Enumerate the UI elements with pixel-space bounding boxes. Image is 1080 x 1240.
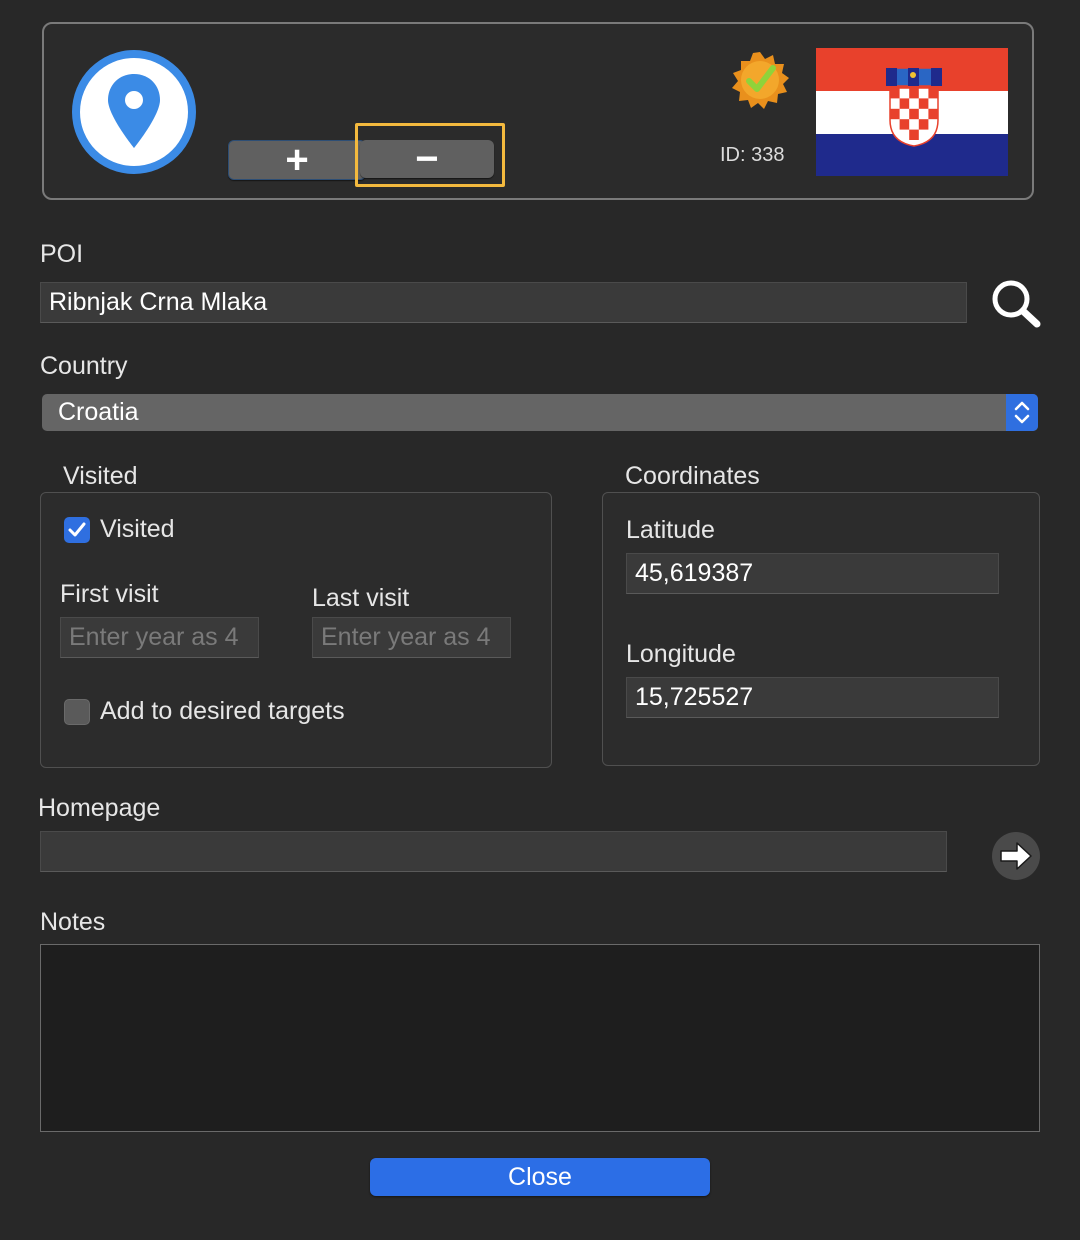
- croatia-flag-icon: [816, 48, 1008, 176]
- desired-checkbox-row[interactable]: Add to desired targets: [64, 697, 345, 726]
- record-id: ID: 338: [720, 144, 785, 166]
- visited-group-label: Visited: [63, 462, 138, 490]
- notes-label: Notes: [40, 908, 106, 936]
- poi-input[interactable]: Ribnjak Crna Mlaka: [40, 282, 967, 323]
- search-icon[interactable]: [990, 278, 1042, 328]
- add-button[interactable]: +: [228, 140, 366, 180]
- latitude-value: 45,619387: [635, 559, 754, 587]
- visited-checkbox-label: Visited: [100, 515, 175, 543]
- desired-targets-label: Add to desired targets: [100, 697, 345, 725]
- poi-value: Ribnjak Crna Mlaka: [49, 288, 268, 316]
- country-select[interactable]: Croatia: [42, 394, 1038, 431]
- longitude-input[interactable]: 15,725527: [626, 677, 999, 718]
- visited-checkbox[interactable]: [64, 516, 90, 543]
- close-button[interactable]: Close: [370, 1158, 710, 1196]
- focus-highlight: [355, 123, 505, 187]
- notes-textarea[interactable]: [40, 944, 1040, 1132]
- close-label: Close: [508, 1162, 572, 1191]
- last-visit-placeholder: Enter year as 4: [321, 623, 491, 651]
- longitude-label: Longitude: [626, 640, 736, 668]
- last-visit-label: Last visit: [312, 584, 410, 612]
- desired-targets-checkbox[interactable]: [64, 698, 90, 725]
- plus-label: +: [285, 138, 309, 182]
- homepage-label: Homepage: [38, 794, 161, 822]
- checkmark-icon: [68, 522, 86, 536]
- first-visit-placeholder: Enter year as 4: [69, 623, 239, 651]
- last-visit-input[interactable]: Enter year as 4: [312, 617, 511, 658]
- verified-badge-icon: [730, 50, 790, 110]
- chevron-up-down-icon: [1006, 394, 1038, 431]
- location-pin-icon: [70, 48, 198, 176]
- first-visit-label: First visit: [60, 580, 159, 608]
- homepage-input[interactable]: [40, 831, 947, 872]
- coordinates-group-label: Coordinates: [625, 462, 760, 490]
- country-label: Country: [40, 352, 128, 380]
- open-homepage-arrow-icon[interactable]: [991, 831, 1041, 881]
- latitude-input[interactable]: 45,619387: [626, 553, 999, 594]
- longitude-value: 15,725527: [635, 683, 754, 711]
- first-visit-input[interactable]: Enter year as 4: [60, 617, 259, 658]
- country-value: Croatia: [58, 398, 139, 426]
- visited-checkbox-row[interactable]: Visited: [64, 515, 175, 544]
- poi-label: POI: [40, 240, 84, 268]
- latitude-label: Latitude: [626, 516, 715, 544]
